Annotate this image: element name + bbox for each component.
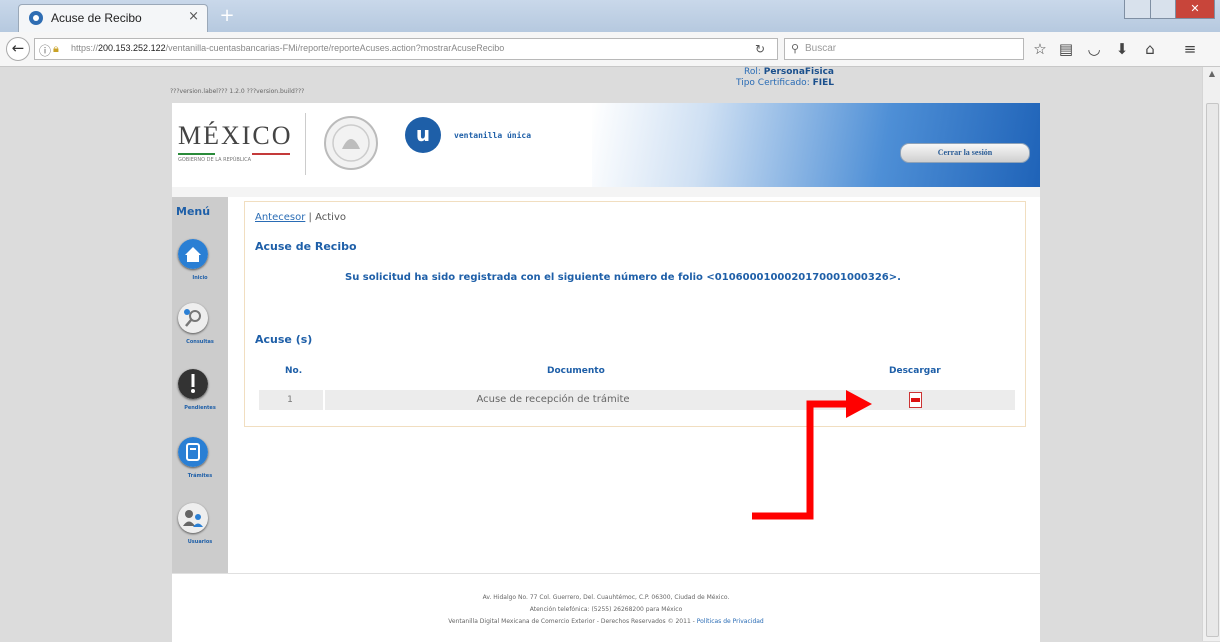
info-icon[interactable]: ⓘ xyxy=(39,42,51,59)
row-documento: Acuse de recepción de trámite xyxy=(476,394,630,405)
ventanilla-unica-text: ventanilla única xyxy=(454,131,532,140)
header-descargar: Descargar xyxy=(889,366,941,376)
page-footer: Av. Hidalgo No. 77 Col. Guerrero, Del. C… xyxy=(172,573,1040,642)
home-icon xyxy=(178,239,208,269)
header-divider xyxy=(305,113,306,175)
tab-title: Acuse de Recibo xyxy=(51,11,142,25)
acuses-table: No. Documento Descargar 1 Acuse de recep… xyxy=(253,354,1017,416)
row-no: 1 xyxy=(287,395,293,405)
search-input[interactable]: ⚲ Buscar xyxy=(784,38,1024,60)
reload-icon[interactable]: ↻ xyxy=(755,42,765,56)
menu-item-inicio[interactable]: Inicio xyxy=(172,239,228,299)
national-seal-icon xyxy=(324,116,378,170)
new-tab-button[interactable]: + xyxy=(214,5,240,27)
favicon-icon xyxy=(29,11,43,25)
scroll-up-arrow-icon[interactable]: ▲ xyxy=(1206,69,1218,81)
web-page: Rol: PersonaFisica Tipo Certificado: FIE… xyxy=(0,67,1202,642)
footer-phone: Atención telefónica: (5255) 26268200 par… xyxy=(529,606,683,613)
magnifier-icon xyxy=(178,303,208,333)
pocket-icon[interactable]: ◡ xyxy=(1084,40,1104,58)
breadcrumb-current: Activo xyxy=(315,212,346,223)
mexico-logo: MÉXICO GOBIERNO DE LA REPÚBLICA xyxy=(178,121,293,163)
side-menu: Menú Inicio Consultas Pendientes Trámite… xyxy=(172,197,228,573)
menu-item-usuarios[interactable]: Usuarios xyxy=(172,503,228,563)
user-info: Rol: PersonaFisica Tipo Certificado: FIE… xyxy=(735,67,834,88)
privacy-link[interactable]: Políticas de Privacidad xyxy=(697,618,764,625)
tab-close-icon[interactable]: × xyxy=(188,9,199,24)
home-icon[interactable]: ⌂ xyxy=(1140,40,1160,58)
lock-warning-icon[interactable]: 🔒︎ xyxy=(53,42,59,56)
warning-icon xyxy=(178,369,208,399)
users-icon xyxy=(178,503,208,533)
back-button[interactable]: ← xyxy=(6,37,30,61)
menu-item-tramites[interactable]: Trámites xyxy=(172,437,228,497)
footer-address: Av. Hidalgo No. 77 Col. Guerrero, Del. C… xyxy=(482,594,730,601)
header-stripe xyxy=(172,187,1040,197)
breadcrumb: Antecesor | Activo xyxy=(255,212,346,223)
maximize-button[interactable] xyxy=(1150,0,1176,19)
ventanilla-unica-logo: u xyxy=(405,117,441,153)
browser-navbar: ← ⓘ 🔒︎ https://200.153.252.122/ventanill… xyxy=(0,32,1220,67)
search-placeholder: Buscar xyxy=(805,43,837,54)
pdf-icon[interactable] xyxy=(909,392,922,408)
window-close-button[interactable]: ✕ xyxy=(1175,0,1215,19)
menu-item-pendientes[interactable]: Pendientes xyxy=(172,369,228,429)
breadcrumb-link-antecesor[interactable]: Antecesor xyxy=(255,212,305,223)
bookmark-star-icon[interactable]: ☆ xyxy=(1030,40,1050,58)
footer-rights: Ventanilla Digital Mexicana de Comercio … xyxy=(448,618,764,625)
minimize-button[interactable] xyxy=(1124,0,1151,19)
download-icon[interactable]: ⬇ xyxy=(1112,40,1132,58)
library-icon[interactable]: ▤ xyxy=(1056,40,1076,58)
acuses-title: Acuse (s) xyxy=(255,333,313,346)
header-documento: Documento xyxy=(547,366,605,376)
main-content: Antecesor | Activo Acuse de Recibo Su so… xyxy=(228,197,1040,573)
version-label: ???version.label??? 1.2.0 ???version.bui… xyxy=(170,88,305,95)
browser-tab[interactable]: Acuse de Recibo × xyxy=(18,4,208,32)
logout-button[interactable]: Cerrar la sesión xyxy=(900,143,1030,163)
acuse-panel: Antecesor | Activo Acuse de Recibo Su so… xyxy=(244,201,1026,427)
url-text: https://200.153.252.122/ventanilla-cuent… xyxy=(71,43,505,53)
page-title: Acuse de Recibo xyxy=(255,240,357,253)
document-icon xyxy=(178,437,208,467)
address-bar[interactable]: ⓘ 🔒︎ https://200.153.252.122/ventanilla-… xyxy=(34,38,778,60)
window-controls: ✕ xyxy=(1124,0,1215,20)
scroll-thumb[interactable] xyxy=(1206,103,1219,637)
header-no: No. xyxy=(285,366,303,376)
browser-tabbar: Acuse de Recibo × + ✕ xyxy=(0,0,1220,32)
table-row: 1 Acuse de recepción de trámite xyxy=(259,390,1015,410)
menu-hamburger-icon[interactable]: ≡ xyxy=(1180,40,1200,58)
folio-message: Su solicitud ha sido registrada con el s… xyxy=(345,272,901,283)
search-icon: ⚲ xyxy=(791,42,800,55)
scrollbar[interactable]: ▲ xyxy=(1202,67,1220,641)
menu-title: Menú xyxy=(176,205,211,218)
menu-item-consultas[interactable]: Consultas xyxy=(172,303,228,363)
